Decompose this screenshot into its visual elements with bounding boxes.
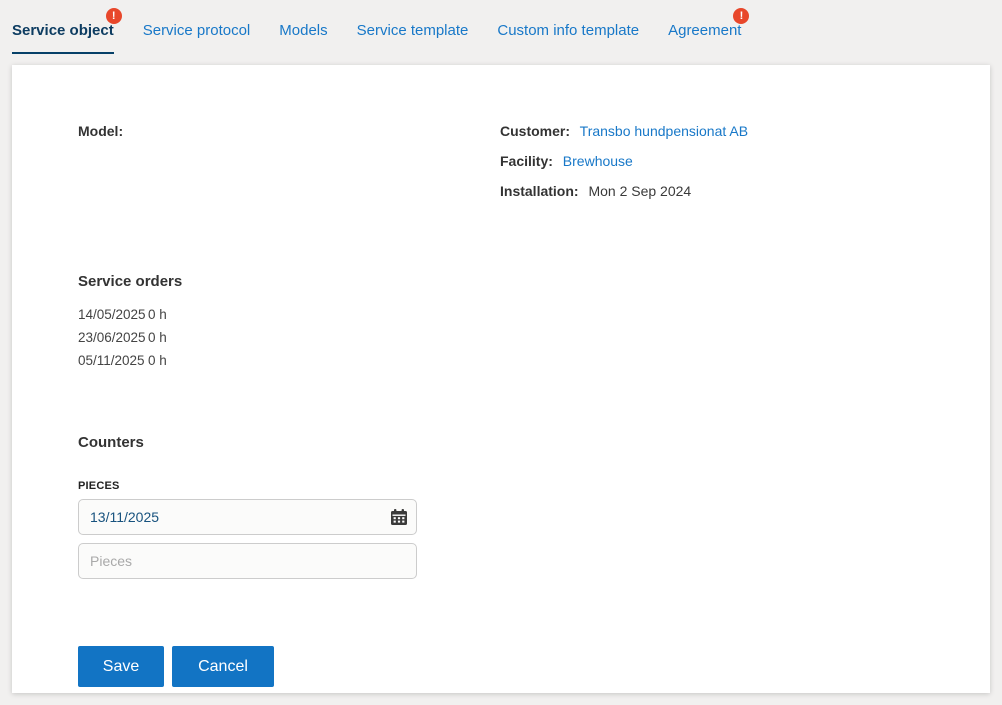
calendar-icon[interactable] [390,508,408,526]
tab-service-object[interactable]: Service object ! [12,8,122,54]
pieces-input[interactable] [78,543,417,579]
tab-service-protocol[interactable]: Service protocol [143,22,251,52]
service-order-row: 14/05/2025 0 h [78,307,950,322]
tab-bar: Service object ! Service protocol Models… [0,0,1002,65]
alert-badge-icon: ! [733,8,750,24]
counter-date-field-wrap [78,499,417,535]
service-order-row: 23/06/2025 0 h [78,330,950,345]
facility-label: Facility: [500,153,553,169]
installation-label: Installation: [500,183,579,199]
counters-heading: Counters [78,434,144,451]
tab-label: Models [279,22,328,39]
form-actions: Save Cancel [78,646,950,687]
counter-date-input[interactable] [78,499,417,535]
pieces-field-label: PIECES [78,480,120,492]
order-date: 05/11/2025 [78,353,145,368]
customer-row: Customer: Transbo hundpensionat AB [500,122,950,140]
tab-custom-info-template[interactable]: Custom info template [497,22,639,52]
alert-badge-icon: ! [105,8,122,24]
details-left-column: Model: [78,122,500,212]
tab-service-template[interactable]: Service template [357,22,469,52]
cancel-button[interactable]: Cancel [172,646,274,687]
service-orders-section: Service orders 14/05/2025 0 h 23/06/2025… [78,273,950,368]
order-hours: 0 h [148,353,167,368]
model-label: Model: [78,123,124,139]
tab-label: Agreement [668,22,742,39]
facility-row: Facility: Brewhouse [500,152,950,170]
installation-value: Mon 2 Sep 2024 [588,183,692,199]
service-orders-heading: Service orders [78,273,183,290]
order-date: 23/06/2025 [78,330,146,345]
tab-models[interactable]: Models [279,22,327,52]
service-orders-list: 14/05/2025 0 h 23/06/2025 0 h 05/11/2025… [78,307,950,368]
calendar-icon-glyph [391,509,407,525]
order-hours: 0 h [148,330,167,345]
tab-label: Service protocol [142,22,251,39]
tab-label: Service object [12,22,114,39]
content-panel: Model: Customer: Transbo hundpensionat A… [12,65,990,693]
customer-label: Customer: [500,123,571,139]
tab-label: Custom info template [497,22,640,39]
model-row: Model: [78,122,500,140]
counters-section: Counters PIECES [78,434,950,579]
tab-label: Service template [356,22,469,39]
service-object-details: Model: Customer: Transbo hundpensionat A… [78,122,950,212]
order-date: 14/05/2025 [78,307,146,322]
tab-agreement[interactable]: Agreement ! [668,8,750,52]
pieces-field-wrap [78,543,417,579]
installation-row: Installation: Mon 2 Sep 2024 [500,182,950,200]
details-right-column: Customer: Transbo hundpensionat AB Facil… [500,122,950,212]
facility-link[interactable]: Brewhouse [563,153,633,169]
save-button[interactable]: Save [78,646,164,687]
order-hours: 0 h [148,307,167,322]
service-order-row: 05/11/2025 0 h [78,353,950,368]
customer-link[interactable]: Transbo hundpensionat AB [580,123,748,139]
